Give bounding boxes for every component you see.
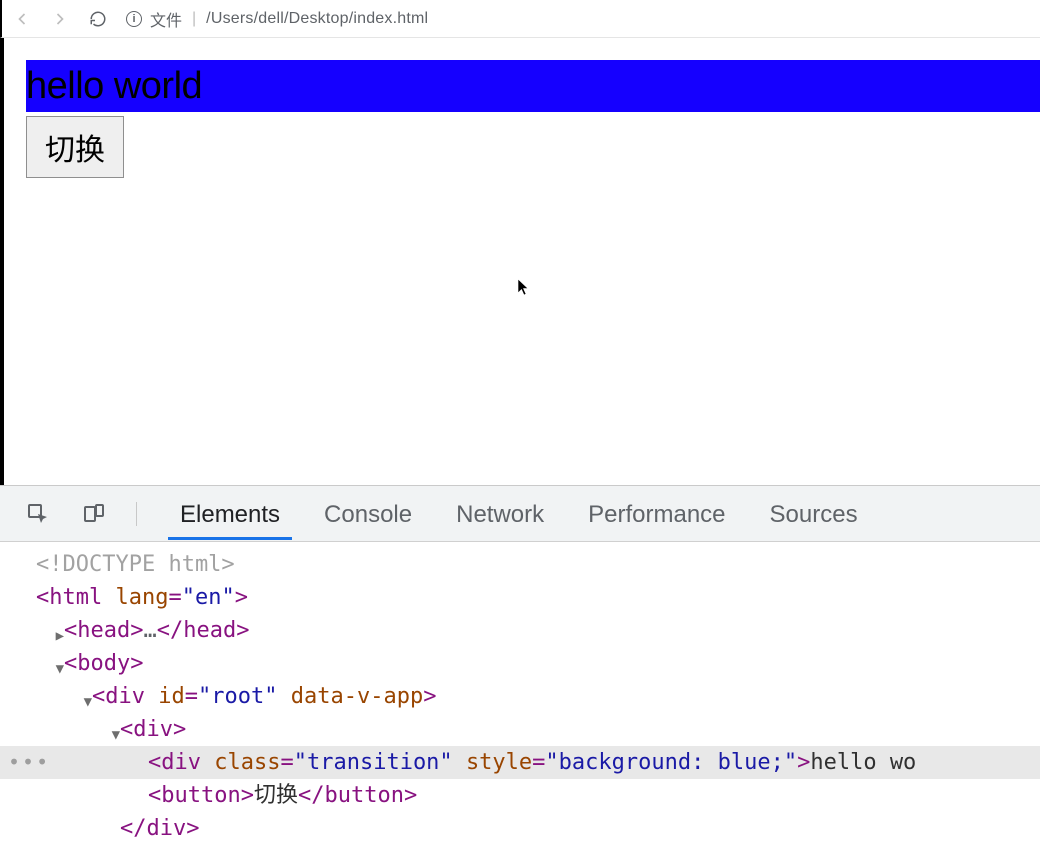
- inspect-element-icon[interactable]: [24, 500, 52, 528]
- devtools-panel: Elements Console Network Performance Sou…: [0, 485, 1040, 854]
- devtools-tabbar: Elements Console Network Performance Sou…: [0, 486, 1040, 542]
- dom-inner-div[interactable]: ▼ <div>: [0, 713, 1040, 746]
- tab-console[interactable]: Console: [316, 489, 420, 539]
- url-path: /Users/dell/Desktop/index.html: [206, 10, 428, 28]
- url-separator: |: [192, 10, 196, 28]
- browser-toolbar: i 文件 | /Users/dell/Desktop/index.html: [0, 0, 1040, 38]
- url-scheme-label: 文件: [150, 7, 182, 31]
- row-menu-icon[interactable]: •••: [8, 746, 50, 779]
- dom-tree[interactable]: <!DOCTYPE html> <html lang="en"> ▶ <head…: [0, 542, 1040, 854]
- tab-sources[interactable]: Sources: [762, 489, 866, 539]
- dom-transition-div[interactable]: ••• <div class="transition" style="backg…: [0, 746, 1040, 779]
- nav-back-button[interactable]: [12, 9, 32, 29]
- dom-body-open[interactable]: ▼ <body>: [0, 647, 1040, 680]
- tab-network[interactable]: Network: [448, 489, 552, 539]
- page-viewport: hello world 切换: [0, 38, 1040, 485]
- tab-performance[interactable]: Performance: [580, 489, 733, 539]
- hello-banner: hello world: [26, 60, 1040, 112]
- reload-button[interactable]: [88, 9, 108, 29]
- dom-inner-div-close[interactable]: </div>: [0, 812, 1040, 845]
- tab-elements[interactable]: Elements: [172, 489, 288, 539]
- dom-head[interactable]: ▶ <head>…</head>: [0, 614, 1040, 647]
- nav-forward-button[interactable]: [50, 9, 70, 29]
- mouse-cursor-icon: [517, 278, 531, 301]
- dom-root-div[interactable]: ▼ <div id="root" data-v-app>: [0, 680, 1040, 713]
- tab-divider: [136, 502, 144, 526]
- address-bar[interactable]: i 文件 | /Users/dell/Desktop/index.html: [126, 7, 1030, 31]
- dom-html-open[interactable]: <html lang="en">: [0, 581, 1040, 614]
- device-toolbar-icon[interactable]: [80, 500, 108, 528]
- site-info-icon[interactable]: i: [126, 11, 142, 27]
- toggle-button[interactable]: 切换: [26, 116, 124, 178]
- dom-doctype[interactable]: <!DOCTYPE html>: [0, 548, 1040, 581]
- dom-button[interactable]: <button>切换</button>: [0, 779, 1040, 812]
